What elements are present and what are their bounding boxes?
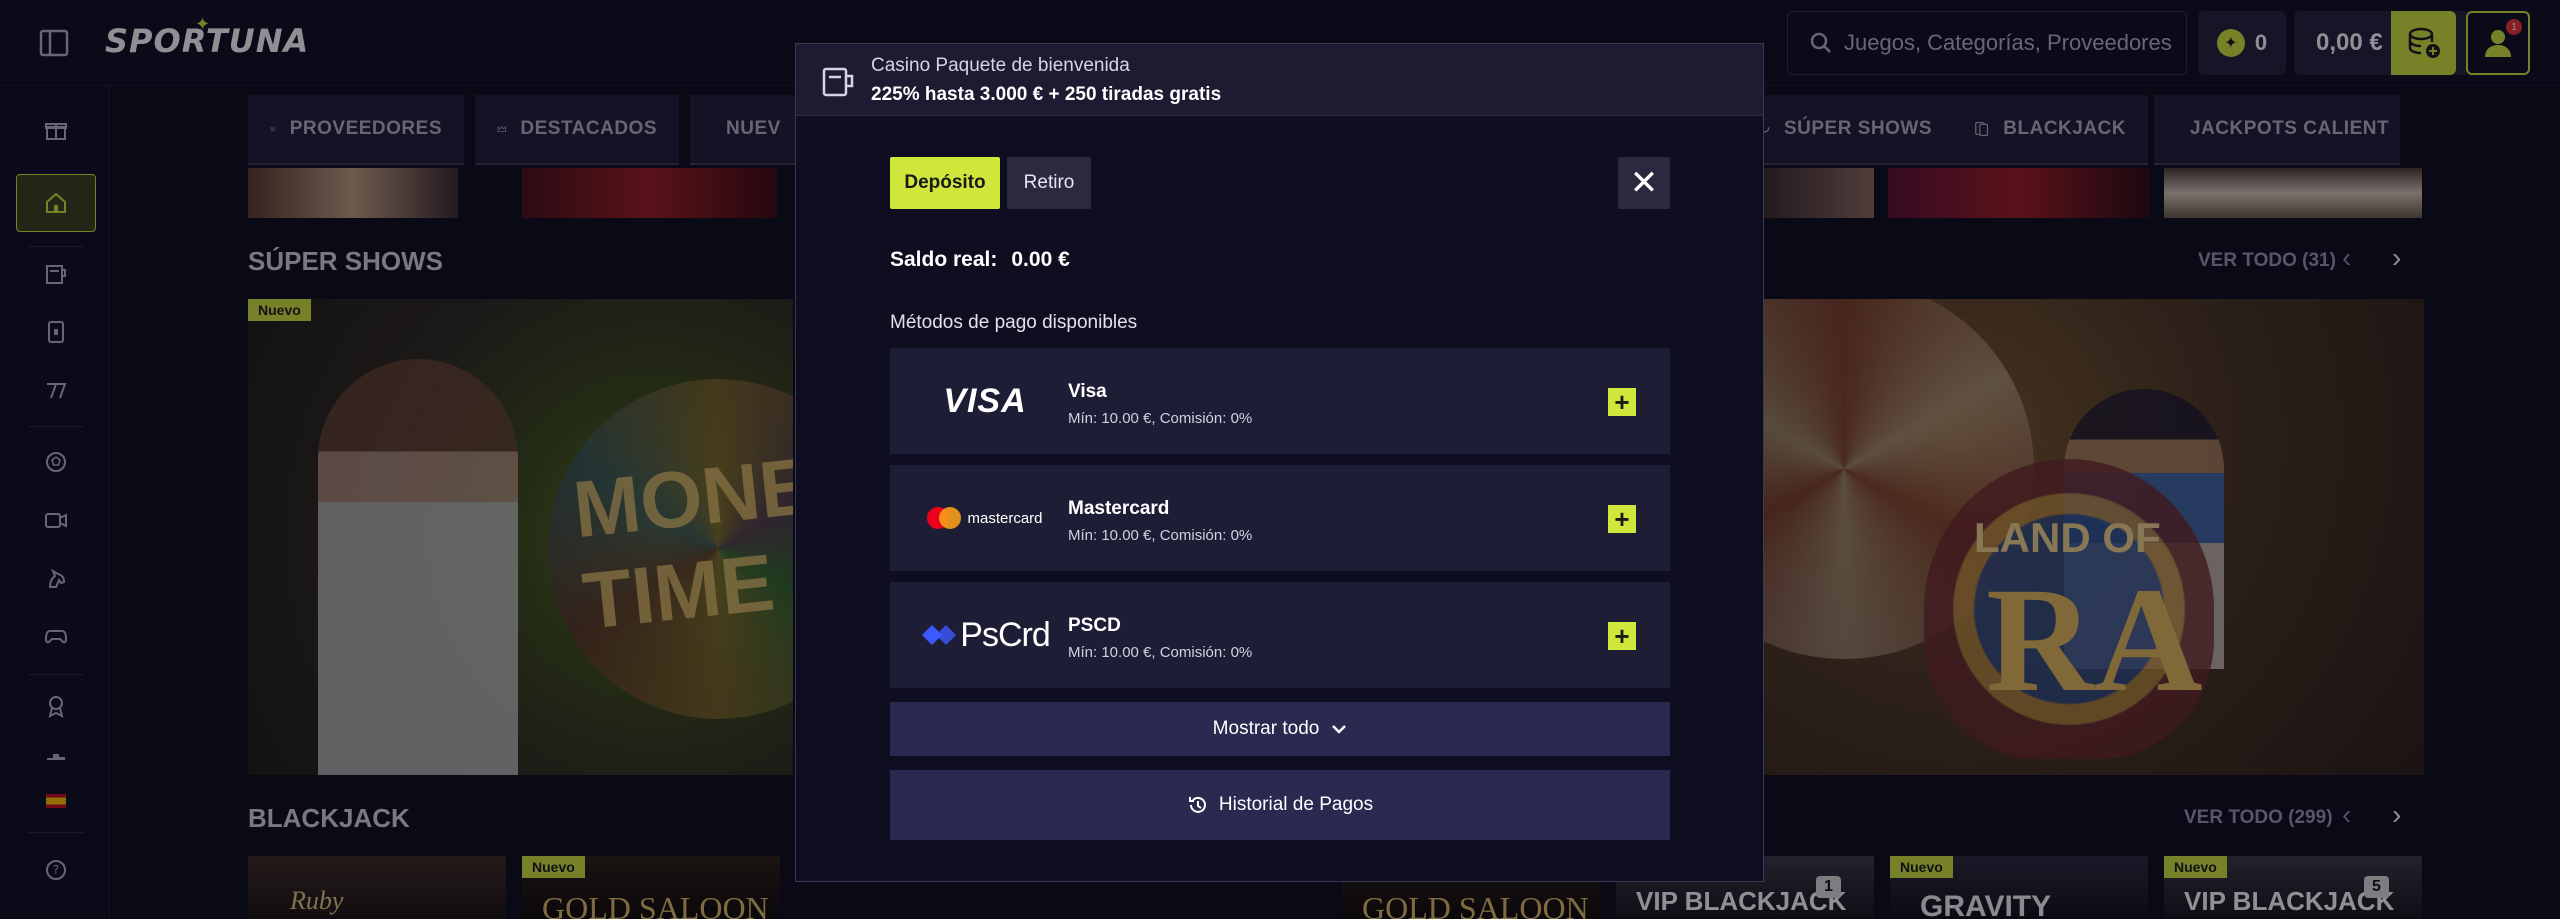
history-icon <box>1188 796 1206 813</box>
mastercard-logo: mastercard <box>910 491 1060 545</box>
close-icon[interactable]: ✕ <box>1618 157 1670 209</box>
promo-subtitle: 225% hasta 3.000 € + 250 tiradas gratis <box>871 84 1222 105</box>
add-icon[interactable]: + <box>1608 388 1636 416</box>
welcome-promo[interactable]: Casino Paquete de bienvenida 225% hasta … <box>796 44 1763 116</box>
payment-methods-label: Métodos de pago disponibles <box>890 312 1138 333</box>
payment-history-button[interactable]: Historial de Pagos <box>890 770 1670 840</box>
add-icon[interactable]: + <box>1608 622 1636 650</box>
payment-method-mastercard[interactable]: mastercard Mastercard Mín: 10.00 €, Comi… <box>890 465 1670 571</box>
visa-logo: VISA <box>943 381 1027 420</box>
payment-method-visa[interactable]: VISA Visa Mín: 10.00 €, Comisión: 0% + <box>890 348 1670 454</box>
tab-deposit[interactable]: Depósito <box>890 157 1000 209</box>
deposit-modal: Casino Paquete de bienvenida 225% hasta … <box>795 43 1764 882</box>
pscd-logo: PsCrd <box>910 608 1060 662</box>
real-balance: Saldo real: 0.00 € <box>890 248 1070 271</box>
tab-withdraw[interactable]: Retiro <box>1007 157 1091 209</box>
promo-title: Casino Paquete de bienvenida <box>871 55 1130 76</box>
add-icon[interactable]: + <box>1608 505 1636 533</box>
show-all-button[interactable]: Mostrar todo <box>890 702 1670 756</box>
chevron-down-icon <box>1332 725 1347 734</box>
promo-slot-icon <box>822 67 854 97</box>
payment-method-pscd[interactable]: PsCrd PSCD Mín: 10.00 €, Comisión: 0% + <box>890 582 1670 688</box>
